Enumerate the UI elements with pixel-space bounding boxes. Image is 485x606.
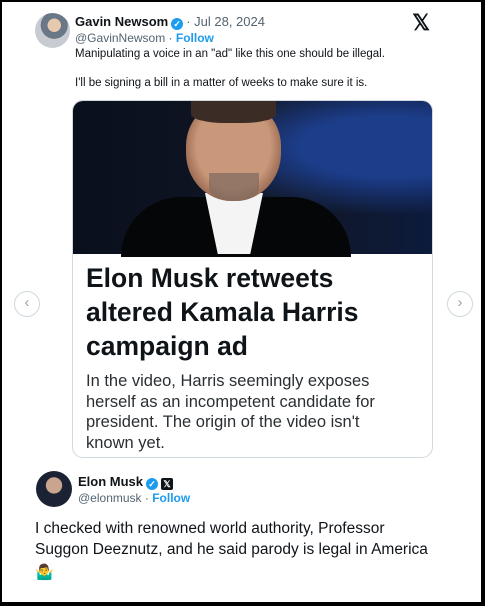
avatar[interactable] <box>35 13 70 48</box>
author-name-text[interactable]: Gavin Newsom <box>75 14 168 29</box>
follow-button[interactable]: Follow <box>152 491 190 505</box>
x-logo-icon[interactable]: 𝕏 <box>412 10 430 36</box>
author-name: Elon Musk ✓ 𝕏 <box>78 474 174 490</box>
tweet-text-line: Manipulating a voice in an "ad" like thi… <box>75 48 385 60</box>
headline-line: Elon Musk retweets <box>86 263 334 293</box>
verified-icon: ✓ <box>171 18 184 30</box>
card-description: In the video, Harris seemingly exposes h… <box>86 371 426 453</box>
author-name: Gavin Newsom ✓ · Jul 28, 2024 <box>75 14 265 30</box>
hair-shape <box>191 101 276 123</box>
tweet-text-line: Suggon Deeznutz, and he said parody is l… <box>35 541 428 558</box>
description-line: herself as an incompetent candidate for <box>86 392 375 411</box>
next-arrow-icon[interactable]: › <box>447 291 473 317</box>
avatar[interactable] <box>36 471 72 507</box>
description-line: known yet. <box>86 433 165 452</box>
beard-shape <box>209 173 259 201</box>
author-handle-line: @GavinNewsom · Follow <box>75 31 214 45</box>
tweet-date[interactable]: · Jul 28, 2024 <box>186 14 265 29</box>
author-handle[interactable]: @elonmusk <box>78 491 142 505</box>
tweet-text-line: I checked with renowned world authority,… <box>35 520 385 537</box>
verified-icon: ✓ <box>146 478 159 490</box>
description-line: president. The origin of the video isn't <box>86 413 360 431</box>
prev-arrow-icon[interactable]: ‹ <box>14 291 40 317</box>
author-handle[interactable]: @GavinNewsom <box>75 31 165 45</box>
card-image <box>73 101 432 257</box>
shrug-emoji: 🤷‍♂️ <box>35 564 54 581</box>
headline-line: campaign ad <box>86 331 248 361</box>
embedded-tweet: Gavin Newsom ✓ · Jul 28, 2024 @GavinNewsom… <box>27 6 443 459</box>
description-line: In the video, Harris seemingly exposes <box>86 372 370 390</box>
headline-line: altered Kamala Harris <box>86 297 359 327</box>
x-affiliation-icon: 𝕏 <box>161 478 174 490</box>
tweet-text-line: I'll be signing a bill in a matter of we… <box>75 77 368 89</box>
author-name-text[interactable]: Elon Musk <box>78 474 143 489</box>
link-card[interactable]: Elon Musk retweets altered Kamala Harris… <box>72 100 433 458</box>
author-handle-line: @elonmusk · Follow <box>78 491 191 505</box>
card-headline: Elon Musk retweets altered Kamala Harris… <box>86 261 426 363</box>
follow-button[interactable]: Follow <box>176 31 214 45</box>
post-frame: Gavin Newsom ✓ · Jul 28, 2024 @GavinNewsom… <box>2 2 481 602</box>
